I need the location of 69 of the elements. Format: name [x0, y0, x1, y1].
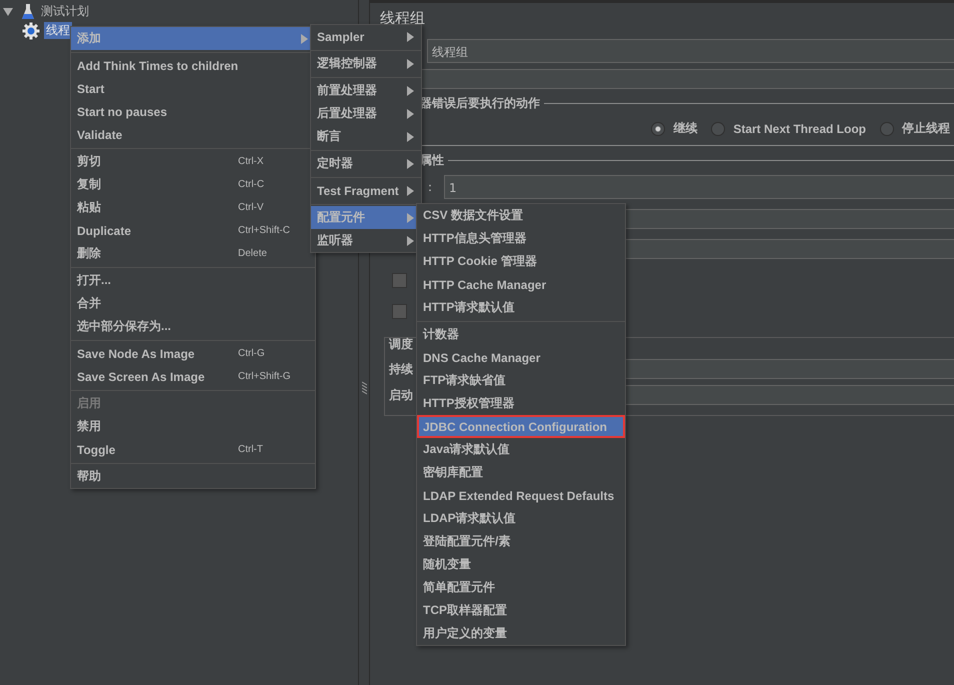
- menu-item[interactable]: 登陆配置元件/素: [417, 530, 625, 553]
- menu-item[interactable]: 打开...: [71, 269, 315, 292]
- menu-item[interactable]: 定时器: [311, 152, 421, 175]
- gear-icon: [22, 22, 40, 40]
- checkbox[interactable]: [392, 273, 407, 288]
- menu-item[interactable]: 逻辑控制器: [311, 52, 421, 75]
- menu-item[interactable]: Save Node As Image Ctrl-G: [71, 342, 315, 365]
- shortcut-label: Ctrl-V: [238, 202, 264, 213]
- shortcut-label: Ctrl-T: [238, 444, 263, 455]
- submenu-arrow-icon: [407, 108, 414, 118]
- menu-item[interactable]: LDAP请求默认值: [417, 507, 625, 530]
- submenu-arrow-icon: [407, 86, 414, 96]
- menu-item[interactable]: 简单配置元件: [417, 576, 625, 599]
- radio-button[interactable]: [880, 122, 894, 136]
- submenu-arrow-icon: [407, 212, 414, 222]
- shortcut-label: Ctrl-G: [238, 348, 265, 359]
- menu-item[interactable]: HTTP Cookie 管理器: [417, 250, 625, 273]
- submenu-arrow-icon: [407, 158, 414, 168]
- field-label: 持续: [389, 360, 414, 378]
- menu-item[interactable]: LDAP Extended Request Defaults: [417, 484, 625, 507]
- tree-item[interactable]: 线程: [44, 22, 72, 39]
- shortcut-label: Delete: [238, 248, 267, 259]
- shortcut-label: Ctrl-C: [238, 179, 264, 190]
- menu-item[interactable]: HTTP授权管理器: [417, 392, 625, 415]
- menu-item[interactable]: 前置处理器: [311, 79, 421, 102]
- menu-item[interactable]: 密钥库配置: [417, 461, 625, 484]
- radio-option[interactable]: 继续: [651, 120, 698, 137]
- menu-item[interactable]: 随机变量: [417, 553, 625, 576]
- splitter-grip-icon[interactable]: [362, 380, 366, 394]
- shortcut-label: Ctrl+Shift-C: [238, 225, 290, 236]
- menu-item[interactable]: Java请求默认值: [417, 438, 625, 461]
- tree-item[interactable]: 测试计划: [39, 3, 91, 20]
- field-label: 启动: [389, 386, 414, 404]
- menu-item[interactable]: 断言: [311, 125, 421, 148]
- field-label: ：: [424, 178, 436, 196]
- menu-item[interactable]: Toggle Ctrl-T: [71, 438, 315, 461]
- menu-item[interactable]: Save Screen As Image Ctrl+Shift-G: [71, 365, 315, 388]
- submenu-arrow-icon: [407, 58, 414, 68]
- menu-item[interactable]: 帮助: [71, 465, 315, 488]
- submenu-arrow-icon: [407, 32, 414, 42]
- menu-item[interactable]: 后置处理器: [311, 102, 421, 125]
- section-title: 属性: [420, 152, 444, 169]
- threads-field[interactable]: 1: [444, 175, 954, 199]
- radio-option[interactable]: Start Next Thread Loop: [711, 120, 866, 137]
- menu-item[interactable]: 禁用: [71, 415, 315, 438]
- menu-item[interactable]: 计数器: [417, 323, 625, 346]
- menu-item[interactable]: TCP取样器配置: [417, 599, 625, 622]
- submenu-arrow-icon: [301, 34, 308, 44]
- submenu-arrow-icon: [407, 132, 414, 142]
- menu-item[interactable]: 选中部分保存为...: [71, 315, 315, 338]
- submenu-arrow-icon: [407, 186, 414, 196]
- radio-button[interactable]: [711, 122, 726, 136]
- menu-item[interactable]: Test Fragment: [311, 179, 421, 202]
- section-title: 调度: [389, 336, 413, 353]
- expand-triangle-icon[interactable]: [3, 6, 13, 16]
- submenu-arrow-icon: [407, 236, 414, 246]
- checkbox[interactable]: [392, 304, 407, 319]
- menu-item[interactable]: 合并: [71, 292, 315, 315]
- name-field[interactable]: 线程组: [427, 39, 954, 63]
- menu-item[interactable]: HTTP请求默认值: [417, 296, 625, 319]
- radio-button[interactable]: [651, 122, 666, 136]
- radio-option[interactable]: 停止线程: [880, 120, 950, 137]
- menu-item[interactable]: 用户定义的变量: [417, 622, 625, 645]
- menu-item[interactable]: HTTP Cache Manager: [417, 273, 625, 296]
- shortcut-label: Ctrl-X: [238, 156, 264, 167]
- flask-icon: [21, 2, 35, 20]
- menu-item[interactable]: DNS Cache Manager: [417, 346, 625, 369]
- menu-item[interactable]: FTP请求缺省值: [417, 369, 625, 392]
- shortcut-label: Ctrl+Shift-G: [238, 371, 291, 382]
